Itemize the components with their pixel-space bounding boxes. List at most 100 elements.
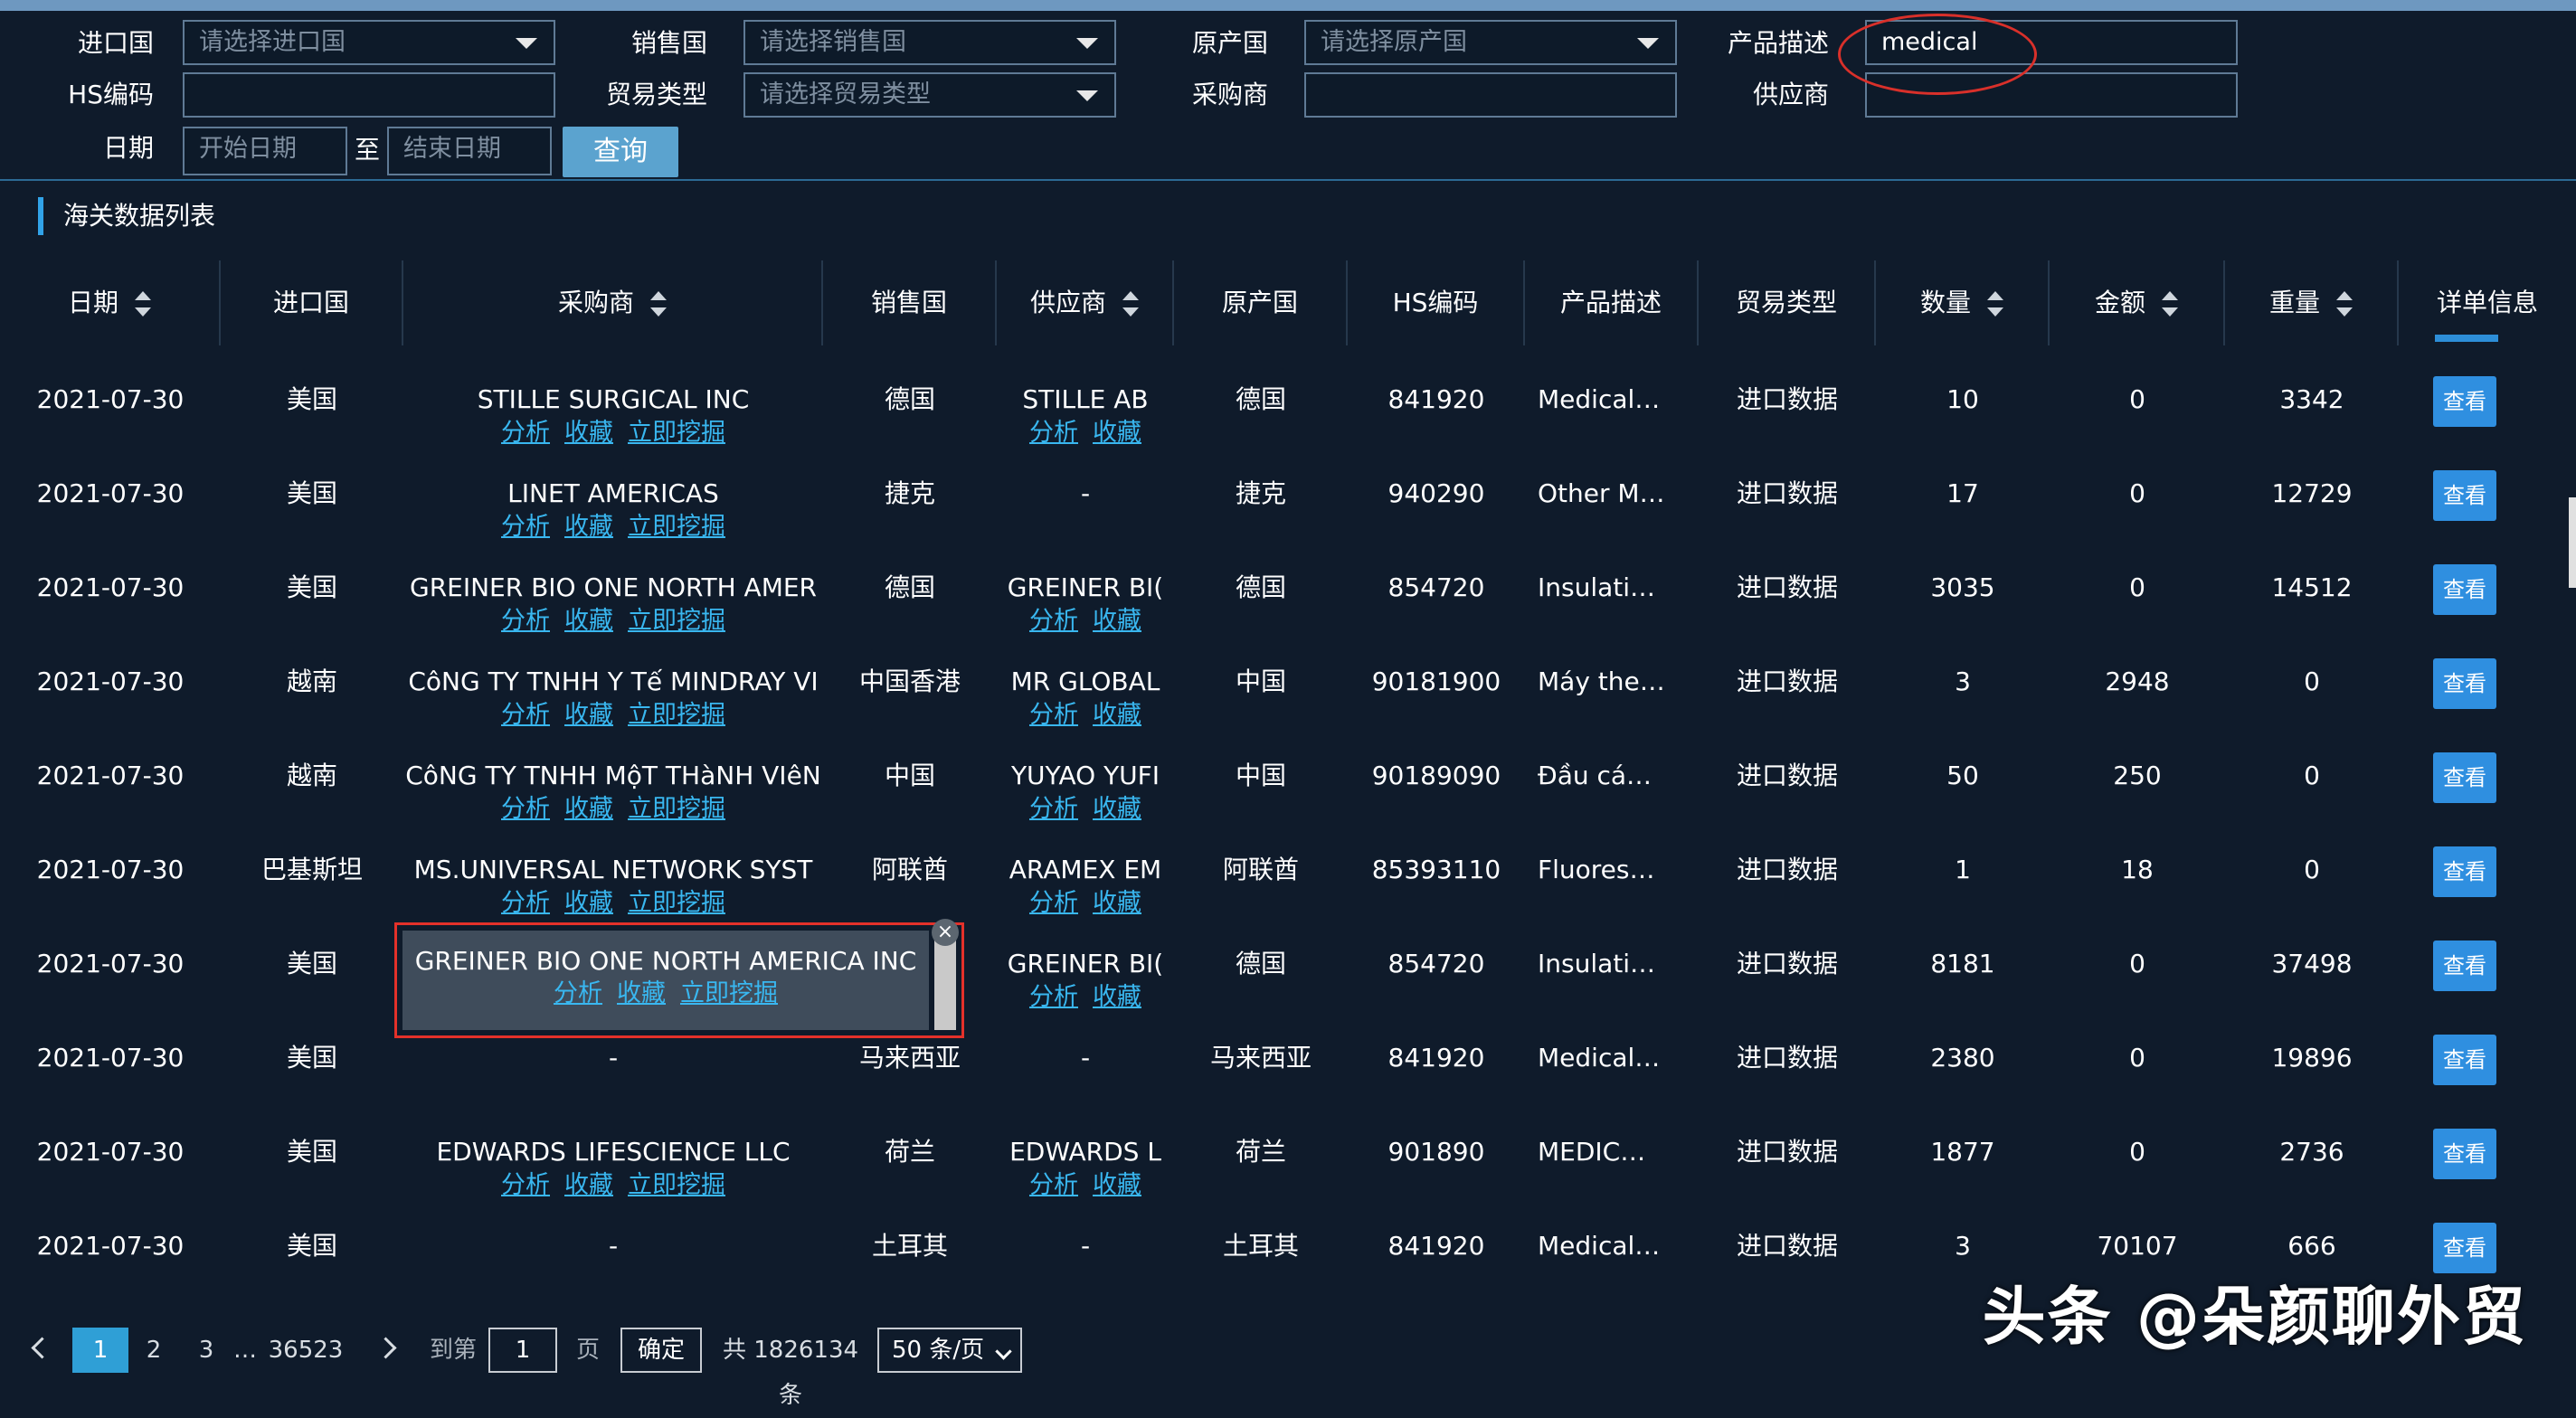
favorite-link[interactable]: 收藏	[1093, 795, 1141, 823]
next-page-icon[interactable]	[374, 1337, 397, 1359]
page-2[interactable]: 2	[136, 1328, 172, 1373]
col-date[interactable]: 日期	[0, 260, 221, 345]
sort-icon[interactable]	[1122, 291, 1139, 317]
view-detail-button[interactable]: 查看	[2433, 564, 2496, 615]
mine-link[interactable]: 立即挖掘	[628, 701, 725, 729]
page-ellipsis[interactable]: …	[230, 1328, 260, 1373]
favorite-link[interactable]: 收藏	[1093, 983, 1141, 1011]
favorite-link[interactable]: 收藏	[617, 979, 666, 1007]
mine-link[interactable]: 立即挖掘	[628, 607, 725, 635]
analyze-link[interactable]: 分析	[501, 701, 550, 729]
hs-code-input[interactable]	[183, 72, 555, 118]
favorite-link[interactable]: 收藏	[1093, 701, 1141, 729]
analyze-link[interactable]: 分析	[1029, 701, 1078, 729]
cell-origin-text: 德国	[1235, 572, 1286, 602]
favorite-link[interactable]: 收藏	[564, 607, 613, 635]
mine-link[interactable]: 立即挖掘	[680, 979, 778, 1007]
sales-country-select[interactable]: 请选择销售国	[743, 20, 1116, 65]
page-last[interactable]: 36523	[264, 1328, 347, 1373]
favorite-link[interactable]: 收藏	[1093, 419, 1141, 447]
analyze-link[interactable]: 分析	[554, 979, 602, 1007]
favorite-link[interactable]: 收藏	[564, 795, 613, 823]
mine-link[interactable]: 立即挖掘	[628, 513, 725, 541]
analyze-link[interactable]: 分析	[501, 419, 550, 447]
view-detail-button[interactable]: 查看	[2433, 752, 2496, 803]
analyze-link[interactable]: 分析	[1029, 1171, 1078, 1199]
trade-type-select[interactable]: 请选择贸易类型	[743, 72, 1116, 118]
cell-import-country: 美国	[221, 1208, 403, 1302]
end-date-input[interactable]: 结束日期	[387, 127, 552, 175]
mine-link[interactable]: 立即挖掘	[628, 419, 725, 447]
analyze-link[interactable]: 分析	[501, 795, 550, 823]
col-supplier[interactable]: 供应商	[997, 260, 1174, 345]
col-weight[interactable]: 重量	[2225, 260, 2399, 345]
cell-buyer-text: STILLE SURGICAL INC	[477, 384, 750, 414]
analyze-link[interactable]: 分析	[1029, 607, 1078, 635]
cell-quantity-text: 50	[1946, 761, 1979, 790]
cell-import-country-text: 美国	[286, 1231, 337, 1261]
cell-weight-text: 0	[2304, 761, 2320, 790]
cell-origin: 德国	[1174, 926, 1348, 1020]
col-buyer[interactable]: 采购商	[403, 260, 823, 345]
view-detail-button[interactable]: 查看	[2433, 1129, 2496, 1179]
buyer-tooltip-popup: GREINER BIO ONE NORTH AMERICA INC 分析 收藏 立即…	[394, 922, 964, 1038]
favorite-link[interactable]: 收藏	[564, 701, 613, 729]
cell-trade-type-text: 进口数据	[1736, 666, 1838, 696]
col-amount[interactable]: 金额	[2050, 260, 2225, 345]
cell-supplier-text: GREINER BI(	[1007, 572, 1164, 602]
close-icon[interactable]: ×	[932, 919, 959, 946]
row-links: 分析 收藏	[997, 700, 1174, 730]
favorite-link[interactable]: 收藏	[1093, 1171, 1141, 1199]
start-date-input[interactable]: 开始日期	[183, 127, 347, 175]
cell-amount: 0	[2050, 550, 2225, 644]
analyze-link[interactable]: 分析	[1029, 983, 1078, 1011]
page-3[interactable]: 3	[188, 1328, 224, 1373]
origin-country-select[interactable]: 请选择原产国	[1304, 20, 1677, 65]
mine-link[interactable]: 立即挖掘	[628, 1171, 725, 1199]
mine-link[interactable]: 立即挖掘	[628, 889, 725, 917]
favorite-link[interactable]: 收藏	[564, 513, 613, 541]
cell-quantity-text: 8181	[1930, 949, 1995, 978]
favorite-link[interactable]: 收藏	[564, 1171, 613, 1199]
col-quantity[interactable]: 数量	[1876, 260, 2050, 345]
import-country-select[interactable]: 请选择进口国	[183, 20, 555, 65]
sort-icon[interactable]	[1987, 291, 2003, 317]
view-detail-button[interactable]: 查看	[2433, 470, 2496, 521]
sort-icon[interactable]	[650, 291, 667, 317]
analyze-link[interactable]: 分析	[501, 889, 550, 917]
cell-quantity: 3035	[1876, 550, 2050, 644]
cell-supplier-text: -	[1080, 1231, 1091, 1261]
sort-icon[interactable]	[135, 291, 151, 317]
confirm-button[interactable]: 确定	[620, 1328, 702, 1373]
view-detail-button[interactable]: 查看	[2433, 658, 2496, 709]
view-detail-button[interactable]: 查看	[2433, 941, 2496, 991]
favorite-link[interactable]: 收藏	[1093, 889, 1141, 917]
analyze-link[interactable]: 分析	[501, 607, 550, 635]
analyze-link[interactable]: 分析	[501, 513, 550, 541]
cell-sales-country: 捷克	[823, 456, 997, 550]
analyze-link[interactable]: 分析	[1029, 795, 1078, 823]
cell-sales-country: 中国	[823, 738, 997, 832]
favorite-link[interactable]: 收藏	[564, 419, 613, 447]
goto-page-input[interactable]: 1	[488, 1328, 557, 1373]
page-1[interactable]: 1	[72, 1328, 128, 1373]
favorite-link[interactable]: 收藏	[1093, 607, 1141, 635]
query-button[interactable]: 查询	[563, 127, 678, 177]
analyze-link[interactable]: 分析	[1029, 419, 1078, 447]
cell-buyer-text: -	[608, 1043, 619, 1073]
view-detail-button[interactable]: 查看	[2433, 376, 2496, 427]
analyze-link[interactable]: 分析	[501, 1171, 550, 1199]
page-size-select[interactable]: 50 条/页	[877, 1328, 1022, 1373]
prev-page-icon[interactable]	[31, 1337, 53, 1359]
col-detail-label: 详单信息	[2436, 288, 2538, 317]
view-detail-button[interactable]: 查看	[2433, 1035, 2496, 1085]
cell-trade-type-text: 进口数据	[1736, 478, 1838, 508]
favorite-link[interactable]: 收藏	[564, 889, 613, 917]
mine-link[interactable]: 立即挖掘	[628, 795, 725, 823]
row-links: 分析 收藏	[997, 982, 1174, 1012]
sort-icon[interactable]	[2162, 291, 2178, 317]
buyer-input[interactable]	[1304, 72, 1677, 118]
analyze-link[interactable]: 分析	[1029, 889, 1078, 917]
sort-icon[interactable]	[2336, 291, 2353, 317]
view-detail-button[interactable]: 查看	[2433, 846, 2496, 897]
